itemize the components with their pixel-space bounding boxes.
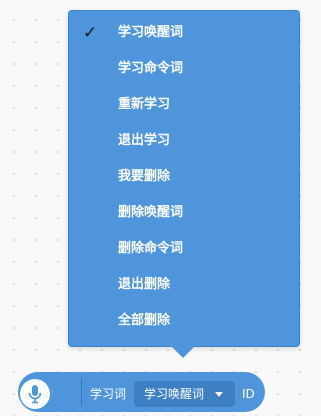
menu-item-exit-delete[interactable]: 退出删除 <box>69 267 299 303</box>
menu-item-learn-command-word[interactable]: 学习命令词 <box>69 51 299 87</box>
caret-down-icon <box>215 392 223 397</box>
menu-item-label: 退出删除 <box>118 277 171 292</box>
menu-item-label: 删除命令词 <box>118 241 184 256</box>
dropdown-menu: ✓ 学习唤醒词 学习命令词 重新学习 退出学习 我要删除 删除唤醒词 删除命令词… <box>68 10 300 347</box>
wake-word-dropdown[interactable]: 学习唤醒词 <box>134 381 235 407</box>
block-label: 学习词 <box>90 387 127 401</box>
menu-item-label: 删除唤醒词 <box>118 205 184 220</box>
menu-item-label: 我要删除 <box>118 169 171 184</box>
menu-item-label: 学习命令词 <box>118 61 184 76</box>
menu-item-label: 退出学习 <box>118 133 171 148</box>
menu-item-learn-wake-word[interactable]: ✓ 学习唤醒词 <box>69 15 299 51</box>
menu-item-delete-wake-word[interactable]: 删除唤醒词 <box>69 195 299 231</box>
menu-item-relearn[interactable]: 重新学习 <box>69 87 299 123</box>
menu-item-label: 全部删除 <box>118 313 171 328</box>
menu-pointer-arrow <box>171 346 195 358</box>
menu-item-label: 学习唤醒词 <box>118 25 184 40</box>
menu-item-exit-learning[interactable]: 退出学习 <box>69 123 299 159</box>
menu-item-want-delete[interactable]: 我要删除 <box>69 159 299 195</box>
menu-item-delete-all[interactable]: 全部删除 <box>69 303 299 339</box>
dropdown-value: 学习唤醒词 <box>144 387 205 401</box>
block-suffix: ID <box>242 387 255 401</box>
menu-item-delete-command-word[interactable]: 删除命令词 <box>69 231 299 267</box>
menu-item-label: 重新学习 <box>118 97 171 112</box>
checkmark-icon: ✓ <box>83 23 98 43</box>
microphone-icon[interactable] <box>20 379 50 409</box>
block-divider <box>81 378 82 406</box>
